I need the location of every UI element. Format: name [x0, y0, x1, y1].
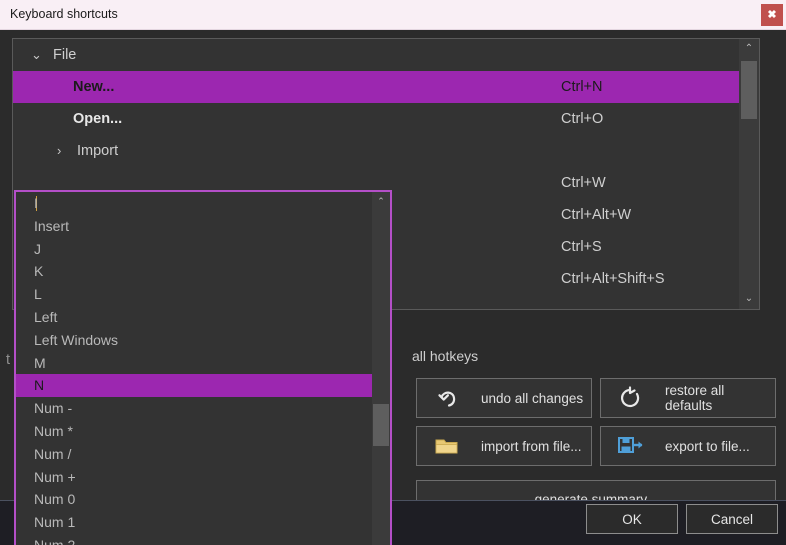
all-hotkeys-label: all hotkeys [412, 348, 479, 364]
undo-all-changes-label: undo all changes [481, 390, 584, 406]
tree-shortcut: Ctrl+N [561, 79, 603, 95]
obscured-text-fragment: t [6, 352, 11, 368]
list-item[interactable]: L [16, 283, 376, 306]
tree-scrollbar-thumb[interactable] [741, 61, 757, 119]
cancel-button[interactable]: Cancel [686, 504, 778, 534]
tree-command-label: New... [73, 79, 115, 95]
key-selection-dropdown[interactable]: I Insert J K L Left Left Windows M N Num… [14, 190, 392, 545]
title-bar: Keyboard shortcuts ✖ [0, 0, 786, 30]
tree-shortcut: Ctrl+Alt+W [561, 207, 632, 223]
export-to-file-label: export to file... [665, 438, 750, 454]
close-icon[interactable]: ✖ [761, 4, 783, 26]
dropdown-scrollbar-thumb[interactable] [373, 404, 389, 446]
dropdown-scrollbar[interactable]: ⌃ [372, 192, 390, 545]
tree-row[interactable]: ⌄ File [13, 39, 739, 71]
tree-scrollbar[interactable]: ⌃ ⌄ [739, 39, 759, 309]
list-item[interactable]: Num + [16, 466, 376, 489]
tree-submenu-label: Import [77, 143, 119, 159]
ok-button[interactable]: OK [586, 504, 678, 534]
list-item[interactable]: K [16, 260, 376, 283]
restore-all-defaults-button[interactable]: restore all defaults [600, 378, 776, 418]
list-item[interactable]: Num 2 [16, 534, 376, 545]
restore-all-defaults-label: restore all defaults [665, 383, 725, 413]
window-title: Keyboard shortcuts [10, 7, 118, 21]
scroll-up-icon[interactable]: ⌃ [372, 192, 390, 210]
list-item[interactable]: J [16, 238, 376, 261]
list-item[interactable]: Insert [16, 215, 376, 238]
tree-command-label: Open... [73, 111, 123, 127]
chevron-down-icon[interactable]: ⌄ [31, 39, 42, 71]
keyboard-shortcuts-dialog: Keyboard shortcuts ✖ t ⌄ File New... Ctr… [0, 0, 786, 545]
list-item[interactable]: M [16, 352, 376, 375]
import-from-file-button[interactable]: import from file... [416, 426, 592, 466]
list-item-selected[interactable]: N [16, 374, 376, 398]
list-item[interactable]: Num / [16, 443, 376, 466]
list-item[interactable]: I [16, 192, 376, 215]
list-item[interactable]: Num 1 [16, 511, 376, 534]
tree-row[interactable]: New... Ctrl+N [13, 71, 739, 103]
list-item[interactable]: Left Windows [16, 329, 376, 352]
import-from-file-label: import from file... [481, 438, 582, 454]
tree-shortcut: Ctrl+O [561, 111, 604, 127]
list-item[interactable]: Left [16, 306, 376, 329]
tree-row[interactable]: Open... Ctrl+O [13, 103, 739, 135]
tree-row[interactable]: › Import [13, 135, 739, 167]
tree-shortcut: Ctrl+S [561, 239, 602, 255]
tree-shortcut: Ctrl+Alt+Shift+S [561, 271, 665, 287]
dialog-body: t ⌄ File New... Ctrl+N Open... Ctrl+O › … [0, 30, 786, 545]
list-item[interactable]: Num 0 [16, 488, 376, 511]
undo-all-changes-button[interactable]: undo all changes [416, 378, 592, 418]
list-item[interactable]: Num - [16, 397, 376, 420]
chevron-right-icon[interactable]: › [57, 135, 61, 167]
key-option-list[interactable]: I Insert J K L Left Left Windows M N Num… [16, 192, 376, 545]
scroll-down-icon[interactable]: ⌄ [739, 289, 759, 309]
tree-shortcut: Ctrl+W [561, 175, 606, 191]
scroll-up-icon[interactable]: ⌃ [739, 39, 759, 59]
list-item[interactable]: Num * [16, 420, 376, 443]
export-to-file-button[interactable]: export to file... [600, 426, 776, 466]
tree-group-label: File [53, 47, 77, 63]
